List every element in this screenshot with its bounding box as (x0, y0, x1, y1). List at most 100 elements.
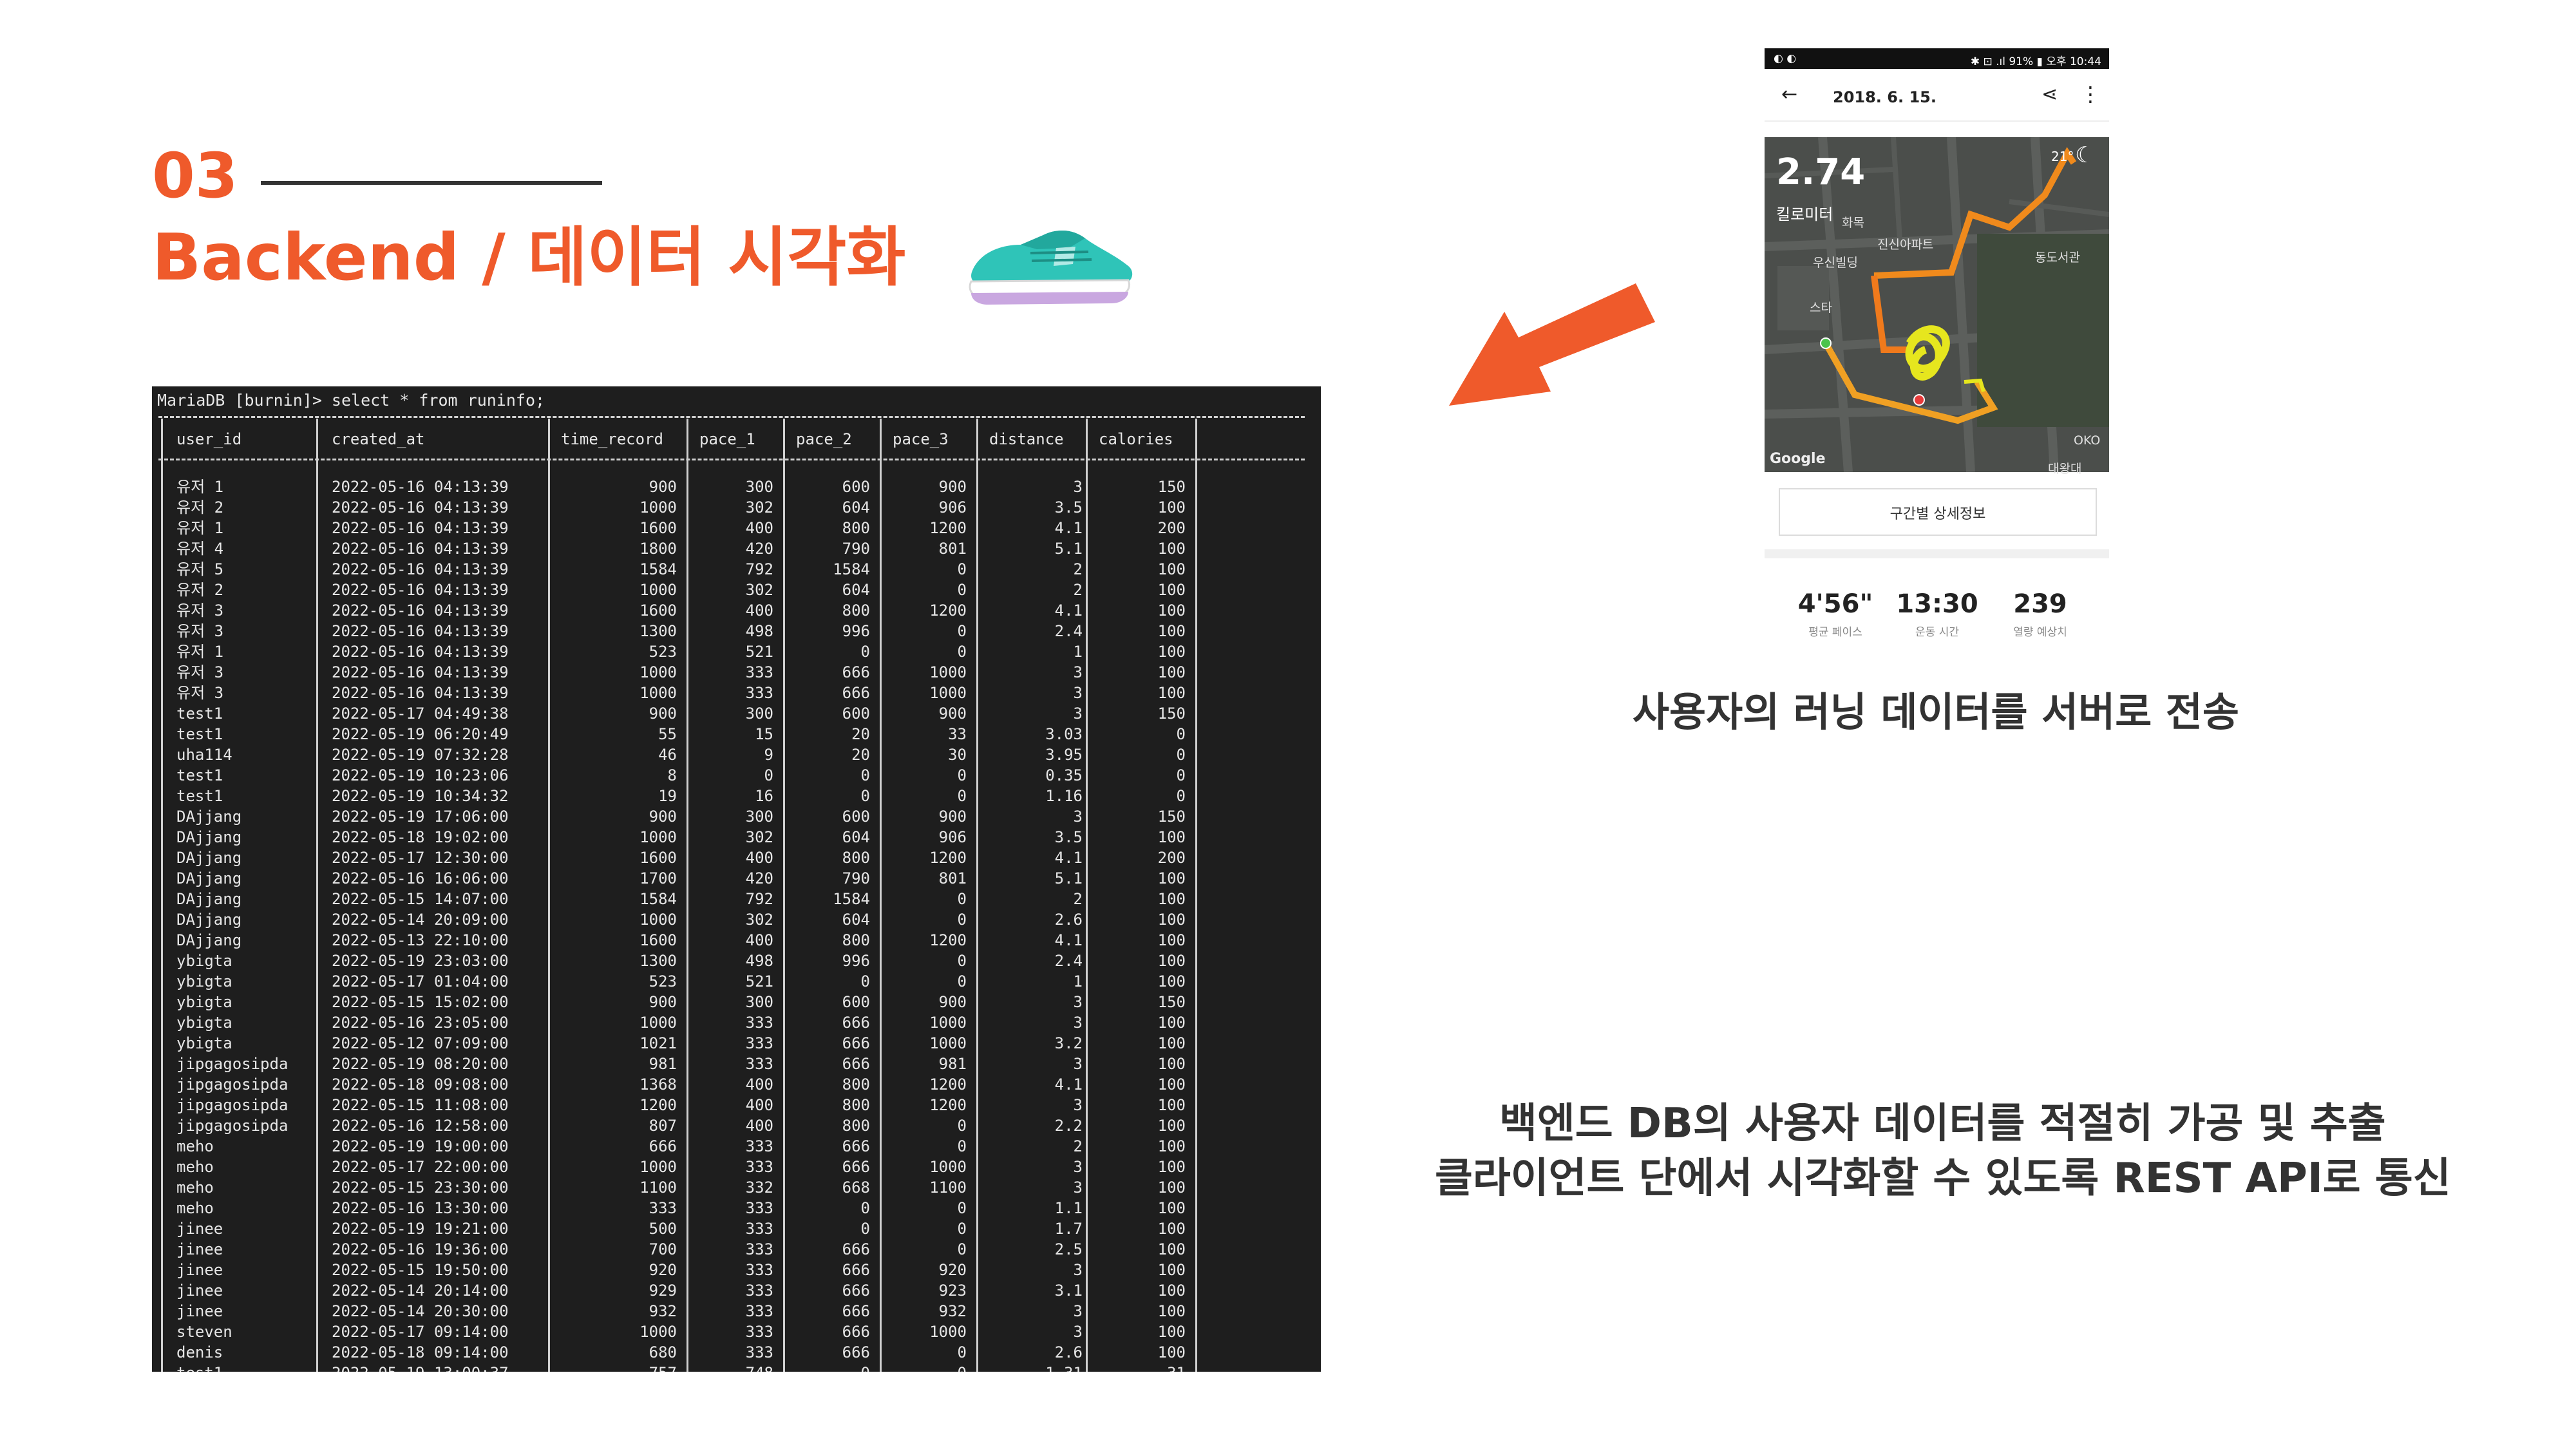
column-header: pace_2 (796, 430, 852, 448)
table-cell: 0 (860, 1220, 870, 1238)
table-cell: 0 (958, 1363, 967, 1372)
table-cell: 100 (1157, 972, 1186, 990)
table-cell: 923 (938, 1282, 967, 1300)
table-cell: 400 (745, 601, 773, 620)
phone-screenshot: ◐ ◐ ✱ ⊡ .ıl 91% ▮ 오후 10:44 ← 2018. 6. 15… (1765, 48, 2109, 641)
table-cell: 1 (1073, 972, 1083, 990)
table-cell: 420 (745, 869, 773, 887)
run-distance: 2.74 (1776, 151, 1866, 193)
table-cell: 100 (1157, 1199, 1186, 1217)
table-cell: 1300 (639, 952, 677, 970)
share-icon[interactable]: ⋖ (2041, 83, 2058, 106)
table-cell: jipgagosipda (176, 1055, 289, 1073)
table-cell: 600 (842, 993, 870, 1011)
table-cell: 46 (658, 746, 677, 764)
table-cell: 2 (1073, 581, 1083, 599)
table-cell: 800 (842, 1096, 870, 1114)
moon-icon: ☾ (2075, 142, 2095, 168)
table-cell: 900 (938, 808, 967, 826)
table-cell: 2022-05-16 04:13:39 (332, 519, 509, 537)
table-cell: 2022-05-19 06:20:49 (332, 725, 509, 743)
table-cell: 1368 (639, 1075, 677, 1094)
table-cell: 0 (957, 1137, 967, 1155)
table-cell: 100 (1157, 622, 1186, 640)
table-cell: 790 (842, 869, 870, 887)
table-cell: 920 (938, 1261, 967, 1279)
table-cell: 2 (1073, 1137, 1083, 1155)
temperature: 21° (2051, 149, 2074, 164)
table-cell: test1 (176, 766, 223, 784)
table-cell: 100 (1157, 643, 1186, 661)
table-cell: 523 (649, 972, 677, 990)
table-cell: 2022-05-16 04:13:39 (332, 643, 509, 661)
map-label: 화목 (1842, 216, 1864, 230)
table-cell: 900 (649, 808, 677, 826)
table-cell: 15 (755, 725, 773, 743)
table-cell: 3.03 (1045, 725, 1083, 743)
table-cell: 900 (649, 478, 677, 496)
table-cell: 20 (851, 725, 870, 743)
table-cell: 600 (842, 705, 870, 723)
table-cell: 4.1 (1054, 601, 1083, 620)
table-cell: 900 (649, 993, 677, 1011)
table-cell: 100 (1157, 684, 1186, 702)
table-cell: 3 (1073, 1261, 1083, 1279)
table-cell: 2022-05-16 12:58:00 (332, 1117, 509, 1135)
column-separator (548, 419, 550, 1372)
table-cell: 2022-05-15 11:08:00 (332, 1096, 509, 1114)
table-cell: 0 (957, 1343, 967, 1361)
table-cell: jinee (176, 1282, 223, 1300)
table-cell: 400 (745, 1117, 773, 1135)
table-cell: 2022-05-17 01:04:00 (332, 972, 509, 990)
table-cell: 100 (1157, 931, 1186, 949)
table-cell: 2022-05-16 04:13:39 (332, 601, 509, 620)
table-cell: 400 (745, 931, 773, 949)
table-cell: 100 (1157, 1261, 1186, 1279)
table-cell: 1600 (639, 519, 677, 537)
table-cell: ybigta (176, 993, 232, 1011)
table-cell: 300 (745, 705, 773, 723)
stat-time: 13:30 운동 시간 (1886, 589, 1989, 639)
table-cell: DAjjang (176, 911, 242, 929)
table-cell: 1100 (929, 1179, 967, 1197)
table-cell: 666 (842, 1302, 870, 1320)
table-cell: meho (176, 1199, 214, 1217)
route-map[interactable]: 2.74 킬로미터 21° ☾ 진신아파트 우신빌딩 스타 화목 동도서관 OK… (1765, 137, 2109, 476)
segment-detail-button[interactable]: 구간별 상세정보 (1779, 488, 2097, 536)
table-cell: 1.16 (1045, 787, 1083, 805)
table-cell: 600 (842, 478, 870, 496)
table-cell: 2022-05-15 14:07:00 (332, 890, 509, 908)
table-cell: 0 (1176, 766, 1186, 784)
more-vert-icon[interactable]: ⋮ (2080, 82, 2101, 106)
table-cell: 333 (745, 684, 773, 702)
table-cell: DAjjang (176, 869, 242, 887)
map-label: 스타 (1810, 301, 1832, 315)
table-cell: 1200 (929, 1075, 967, 1094)
table-cell: denis (176, 1343, 223, 1361)
table-cell: 100 (1157, 1137, 1186, 1155)
table-cell: 2022-05-16 04:13:39 (332, 560, 509, 578)
map-label: OKO (2074, 433, 2101, 448)
table-cell: 300 (745, 478, 773, 496)
table-cell: 유저 5 (176, 560, 224, 578)
table-cell: 2022-05-14 20:14:00 (332, 1282, 509, 1300)
table-cell: 100 (1157, 1034, 1186, 1052)
table-cell: 333 (745, 1014, 773, 1032)
table-cell: 0 (957, 581, 967, 599)
table-cell: jipgagosipda (176, 1096, 289, 1114)
table-cell: 0 (957, 766, 967, 784)
arrow-left-icon[interactable]: ← (1781, 83, 1797, 106)
stat-value: 239 (2013, 589, 2067, 619)
table-cell: ybigta (176, 952, 232, 970)
stat-label: 평균 페이스 (1808, 626, 1862, 639)
table-cell: 792 (745, 890, 773, 908)
table-cell: test1 (176, 787, 223, 805)
table-cell: 666 (842, 1240, 870, 1258)
table-cell: 0 (860, 787, 870, 805)
table-cell: 1100 (639, 1179, 677, 1197)
table-cell: 400 (745, 1096, 773, 1114)
table-cell: 100 (1157, 1179, 1186, 1197)
table-cell: 1000 (929, 663, 967, 681)
table-cell: 0 (957, 1199, 967, 1217)
table-cell: 2.4 (1054, 622, 1083, 640)
